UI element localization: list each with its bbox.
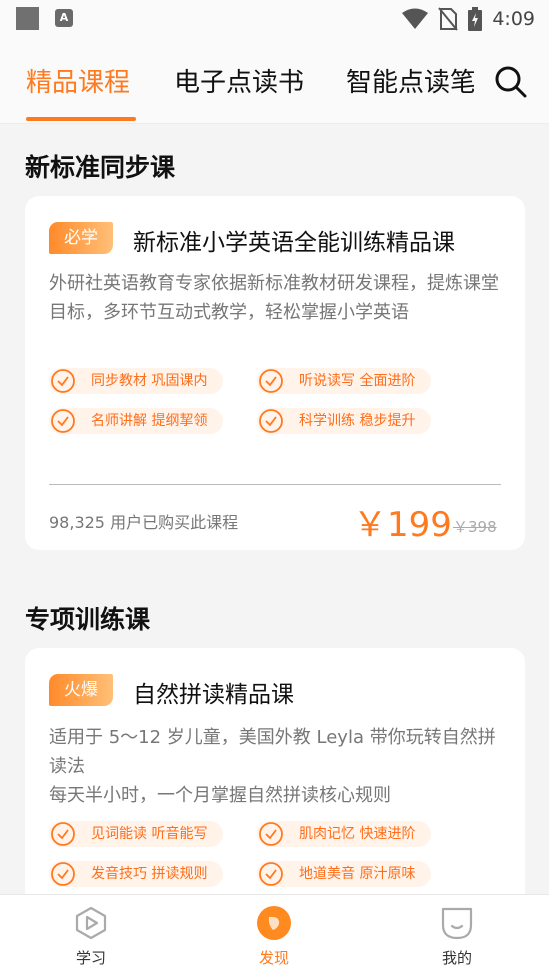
section-title-sync-courses: 新标准同步课	[25, 153, 176, 182]
feature-tag: 肌肉记忆 快速进阶	[257, 821, 432, 847]
feature-tag: 听说读写 全面进阶	[257, 368, 432, 394]
course-title: 自然拼读精品课	[133, 682, 294, 708]
course-description-2: 每天半小时，一个月掌握自然拼读核心规则	[49, 785, 391, 806]
bottom-navigation: 学习 发现 我的	[0, 894, 549, 976]
keyboard-icon: A	[55, 9, 73, 27]
feature-tag: 名师讲解 提纲挈领	[49, 408, 224, 434]
search-icon[interactable]	[491, 62, 531, 102]
must-learn-badge: 必学	[49, 222, 113, 254]
tab-smart-pen[interactable]: 智能点读笔	[346, 62, 474, 99]
nav-label-study: 学习	[75, 949, 106, 967]
feature-tag: 地道美音 原汁原味	[257, 861, 432, 887]
tab-ebooks[interactable]: 电子点读书	[174, 62, 304, 99]
check-circle-icon	[259, 409, 283, 433]
feature-tag: 发音技巧 拼读规则	[49, 861, 224, 887]
clock: 4:09	[492, 8, 535, 30]
tab-smart-pen-clip: 智能点读笔	[346, 62, 474, 102]
check-circle-icon	[259, 369, 283, 393]
active-tab-indicator	[26, 117, 136, 121]
notification-square-icon	[16, 7, 39, 30]
profile-icon	[441, 907, 473, 940]
check-circle-icon	[51, 409, 75, 433]
feature-tag: 见词能读 听音能写	[49, 821, 224, 847]
check-circle-icon	[51, 369, 75, 393]
discover-icon	[257, 906, 291, 940]
course-description: 外研社英语教育专家依据新标准教材研发课程，提炼课堂目标，多环节互动式教学，轻松掌…	[49, 273, 499, 323]
course-title: 新标准小学英语全能训练精品课	[133, 230, 455, 256]
original-price: ￥398	[453, 518, 497, 536]
hot-badge: 火爆	[49, 674, 113, 706]
nav-label-mine: 我的	[441, 949, 472, 967]
course-description: 适用于 5～12 岁儿童，美国外教 Leyla 带你玩转自然拼读法	[49, 727, 496, 777]
section-title-special-training: 专项训练课	[25, 605, 151, 634]
wifi-icon	[402, 8, 429, 29]
play-icon	[75, 906, 107, 940]
feature-tag: 同步教材 巩固课内	[49, 368, 224, 394]
battery-charging-icon	[468, 7, 483, 31]
status-bar: A 4:09	[0, 0, 549, 38]
nav-item-discover[interactable]: 发现	[204, 895, 344, 976]
buyers-count: 98,325 用户已购买此课程	[49, 513, 239, 532]
course-card-english[interactable]: 必学 新标准小学英语全能训练精品课 外研社英语教育专家依据新标准教材研发课程，提…	[25, 196, 525, 550]
tab-premium-courses[interactable]: 精品课程	[26, 62, 130, 99]
check-circle-icon	[51, 822, 75, 846]
status-indicators: 4:09	[402, 5, 535, 33]
course-price: ￥199	[353, 505, 452, 545]
card-divider	[49, 484, 501, 485]
no-sim-icon	[438, 7, 459, 31]
nav-label-discover: 发现	[258, 949, 289, 967]
feature-tag: 科学训练 稳步提升	[257, 408, 432, 434]
check-circle-icon	[259, 822, 283, 846]
nav-item-study[interactable]: 学习	[21, 895, 161, 976]
top-tab-bar: 精品课程 电子点读书 智能点读笔	[0, 38, 549, 124]
check-circle-icon	[259, 862, 283, 886]
check-circle-icon	[51, 862, 75, 886]
nav-item-mine[interactable]: 我的	[387, 895, 527, 976]
